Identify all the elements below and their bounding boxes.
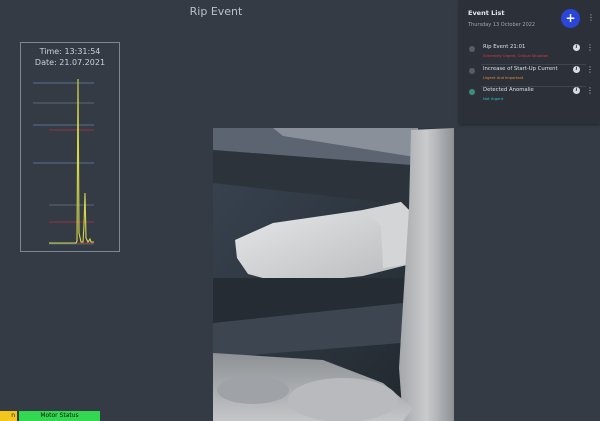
page-title: Rip Event [189, 5, 243, 18]
event-status-dot[interactable] [469, 68, 475, 74]
event-item[interactable]: Increase of Start-Up Current Urgent And … [459, 65, 600, 87]
motor-status-chip[interactable]: Motor Status [19, 411, 100, 421]
sensor-date: Date: 21.07.2021 [34, 58, 106, 67]
event-list-panel: Event List Thursday 13 October 2022 + ⋮ … [459, 0, 600, 124]
event-title: Increase of Start-Up Current [483, 66, 558, 72]
event-title: Rip Event 21:01 [483, 44, 526, 50]
event-priority: Extremely Urgent, Critical Situation [483, 54, 549, 58]
sensor-time: Time: 13:31:54 [39, 47, 101, 56]
info-icon[interactable]: i [573, 87, 580, 94]
event-list-date: Thursday 13 October 2022 [468, 22, 536, 28]
event-item[interactable]: Detected Anomalie Not Urgent i ⋮ [459, 86, 600, 108]
item-more-menu-icon[interactable]: ⋮ [586, 87, 594, 95]
graph-signal-line [49, 78, 94, 244]
event-title: Detected Anomalie [483, 87, 534, 93]
info-icon[interactable]: i [573, 66, 580, 73]
event-list-title: Event List [468, 9, 505, 17]
sensor-panel: Time: 13:31:54 Date: 21.07.2021 [20, 42, 120, 252]
item-more-menu-icon[interactable]: ⋮ [586, 66, 594, 74]
conveyor-photo [213, 128, 454, 421]
sensor-graph [33, 78, 94, 245]
event-item[interactable]: Rip Event 21:01 Extremely Urgent, Critic… [459, 43, 600, 65]
item-more-menu-icon[interactable]: ⋮ [586, 44, 594, 52]
event-status-dot[interactable] [469, 46, 475, 52]
event-priority: Urgent And Important [483, 76, 524, 80]
add-event-button[interactable]: + [561, 9, 580, 28]
event-priority: Not Urgent [483, 97, 504, 101]
panel-more-menu-icon[interactable]: ⋮ [587, 14, 595, 22]
info-icon[interactable]: i [573, 44, 580, 51]
status-chip-left[interactable]: n [0, 411, 17, 421]
event-status-dot[interactable] [469, 89, 475, 95]
camera-image [213, 128, 454, 421]
